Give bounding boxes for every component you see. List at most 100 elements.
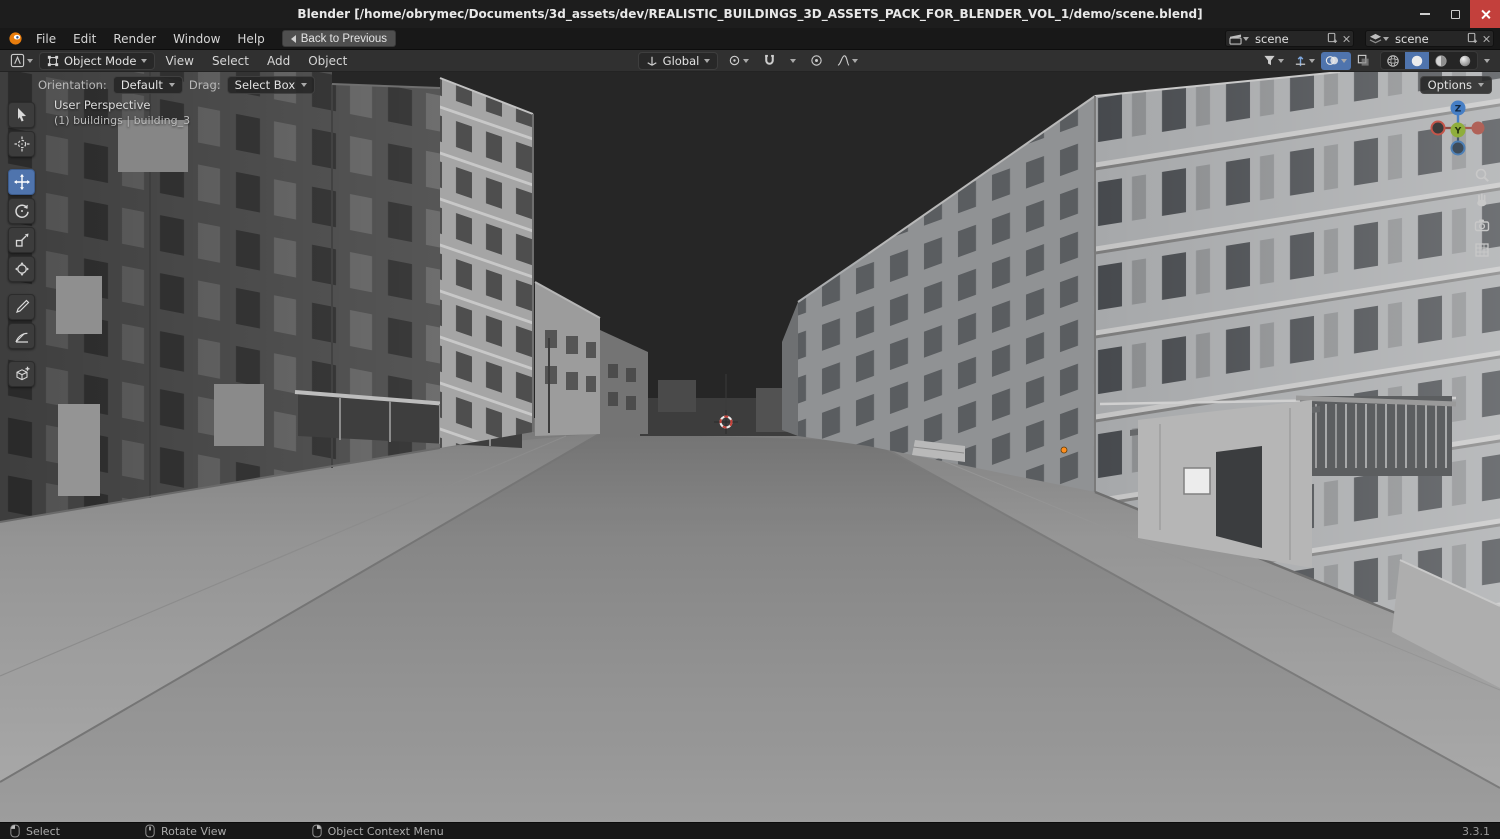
snap-toggle[interactable] bbox=[759, 52, 780, 70]
tool-rotate[interactable] bbox=[8, 198, 35, 224]
status-middle-mouse: Rotate View bbox=[145, 824, 227, 838]
options-dropdown[interactable]: Options bbox=[1419, 76, 1492, 94]
show-gizmo-dropdown[interactable] bbox=[1290, 52, 1319, 70]
selected-object-origin[interactable] bbox=[1060, 446, 1068, 454]
right-mouse-icon bbox=[311, 824, 322, 838]
camera-view-button[interactable] bbox=[1471, 214, 1493, 236]
shading-wireframe-button[interactable] bbox=[1381, 52, 1405, 69]
shading-rendered-button[interactable] bbox=[1453, 52, 1477, 69]
gizmo-caret-icon bbox=[1309, 58, 1315, 63]
menu-edit[interactable]: Edit bbox=[65, 30, 104, 48]
xray-toggle[interactable] bbox=[1353, 52, 1374, 70]
zoom-button[interactable] bbox=[1471, 164, 1493, 186]
viewport-nav-buttons bbox=[1471, 164, 1493, 261]
cursor-tool-icon bbox=[14, 136, 29, 152]
browse-view-layer-button[interactable] bbox=[1369, 33, 1389, 45]
navigation-gizmo[interactable]: Z Y bbox=[1426, 96, 1490, 163]
visibility-filter-dropdown[interactable] bbox=[1259, 52, 1288, 70]
annotate-pen-icon bbox=[15, 299, 29, 313]
viewport-3d[interactable]: Orientation: Default Drag: Select Box Op… bbox=[0, 72, 1500, 822]
toolbar bbox=[8, 102, 35, 387]
perspective-toggle-button[interactable] bbox=[1471, 239, 1493, 261]
proportional-editing-icon bbox=[811, 55, 823, 66]
show-overlays-dropdown[interactable] bbox=[1321, 51, 1351, 70]
overlays-caret-icon bbox=[1341, 58, 1347, 63]
transform-orientation-label: Global bbox=[662, 53, 700, 68]
camera-icon bbox=[1474, 219, 1490, 232]
viewport-header-left: Object Mode View Select Add Object bbox=[6, 51, 638, 70]
menu-bar: File Edit Render Window Help Back to Pre… bbox=[0, 28, 1500, 50]
menu-add[interactable]: Add bbox=[259, 52, 298, 70]
tool-transform[interactable] bbox=[8, 256, 35, 282]
view-layer-name-field[interactable]: scene bbox=[1393, 32, 1463, 46]
scene-name-field[interactable]: scene bbox=[1253, 32, 1323, 46]
viewport-info: User Perspective (1) buildings | buildin… bbox=[54, 98, 190, 127]
minimize-button[interactable] bbox=[1410, 0, 1440, 28]
back-to-previous-label: Back to Previous bbox=[300, 32, 388, 45]
left-mouse-hint: Select bbox=[26, 824, 60, 838]
menu-file[interactable]: File bbox=[28, 30, 64, 48]
axis-x-neg-handle[interactable] bbox=[1430, 120, 1446, 136]
overlays-icon bbox=[1325, 56, 1339, 65]
shading-material-button[interactable] bbox=[1429, 52, 1453, 69]
tool-move[interactable] bbox=[8, 169, 35, 195]
middle-mouse-icon bbox=[145, 824, 155, 838]
snap-settings-dropdown[interactable] bbox=[786, 52, 800, 70]
mode-dropdown[interactable]: Object Mode bbox=[39, 51, 156, 70]
tool-scale[interactable] bbox=[8, 227, 35, 253]
solid-sphere-icon bbox=[1411, 55, 1423, 66]
browse-scene-button[interactable] bbox=[1229, 33, 1249, 45]
viewport-3d-scene[interactable] bbox=[0, 72, 1500, 822]
blender-logo-icon[interactable] bbox=[8, 31, 23, 46]
add-view-layer-button[interactable] bbox=[1467, 32, 1478, 46]
pivot-point-dropdown[interactable] bbox=[724, 52, 753, 70]
shading-settings-dropdown[interactable] bbox=[1480, 52, 1494, 70]
grid-icon bbox=[1475, 243, 1489, 257]
menu-render[interactable]: Render bbox=[105, 30, 164, 48]
orientation-dropdown[interactable]: Default bbox=[112, 76, 183, 94]
shading-caret-icon bbox=[1484, 58, 1490, 63]
view-perspective-label: User Perspective bbox=[54, 98, 151, 112]
window-title: Blender [/home/obrymec/Documents/3d_asse… bbox=[297, 7, 1203, 21]
transform-orientation-dropdown[interactable]: Global bbox=[637, 51, 719, 70]
shading-solid-button[interactable] bbox=[1405, 52, 1429, 69]
axis-x-handle[interactable] bbox=[1471, 121, 1485, 135]
editor-type-button[interactable] bbox=[6, 52, 37, 70]
tool-measure[interactable] bbox=[8, 323, 35, 349]
view-layer-dropdown-caret-icon bbox=[1383, 36, 1389, 41]
options-caret-icon bbox=[1478, 83, 1484, 87]
proportional-falloff-dropdown[interactable] bbox=[833, 52, 862, 70]
tool-select-box[interactable] bbox=[8, 102, 35, 128]
editor-type-caret-icon bbox=[27, 58, 33, 63]
remove-view-layer-button[interactable] bbox=[1482, 35, 1490, 43]
pan-button[interactable] bbox=[1471, 189, 1493, 211]
unlink-scene-button[interactable] bbox=[1342, 35, 1350, 43]
new-scene-button[interactable] bbox=[1327, 32, 1338, 46]
close-button[interactable] bbox=[1470, 0, 1500, 28]
viewport-overlay-top: Orientation: Default Drag: Select Box Op… bbox=[38, 76, 1492, 94]
proportional-editing-toggle[interactable] bbox=[806, 52, 827, 70]
menu-window[interactable]: Window bbox=[165, 30, 228, 48]
maximize-button[interactable] bbox=[1440, 0, 1470, 28]
hand-icon bbox=[1477, 193, 1487, 207]
scale-icon bbox=[15, 233, 28, 247]
orientation-caret-icon bbox=[704, 58, 711, 63]
drag-dropdown[interactable]: Select Box bbox=[226, 76, 316, 94]
orientation-dd-caret-icon bbox=[168, 83, 175, 87]
tool-annotate[interactable] bbox=[8, 294, 35, 320]
status-right-mouse: Object Context Menu bbox=[311, 824, 444, 838]
menu-object[interactable]: Object bbox=[300, 52, 355, 70]
menu-help[interactable]: Help bbox=[229, 30, 272, 48]
pivot-caret-icon bbox=[743, 58, 750, 63]
tool-add-cube[interactable] bbox=[8, 361, 35, 387]
view-layer-selector: scene bbox=[1365, 30, 1494, 47]
drag-value: Select Box bbox=[234, 78, 296, 92]
menu-view[interactable]: View bbox=[157, 52, 201, 70]
scene-dropdown-caret-icon bbox=[1243, 36, 1249, 41]
tool-cursor[interactable] bbox=[8, 131, 35, 157]
measure-icon bbox=[14, 332, 28, 343]
axis-z-neg-handle[interactable] bbox=[1450, 140, 1466, 156]
back-to-previous-button[interactable]: Back to Previous bbox=[281, 30, 397, 47]
menu-select[interactable]: Select bbox=[204, 52, 257, 70]
blender-window: Blender [/home/obrymec/Documents/3d_asse… bbox=[0, 0, 1500, 839]
